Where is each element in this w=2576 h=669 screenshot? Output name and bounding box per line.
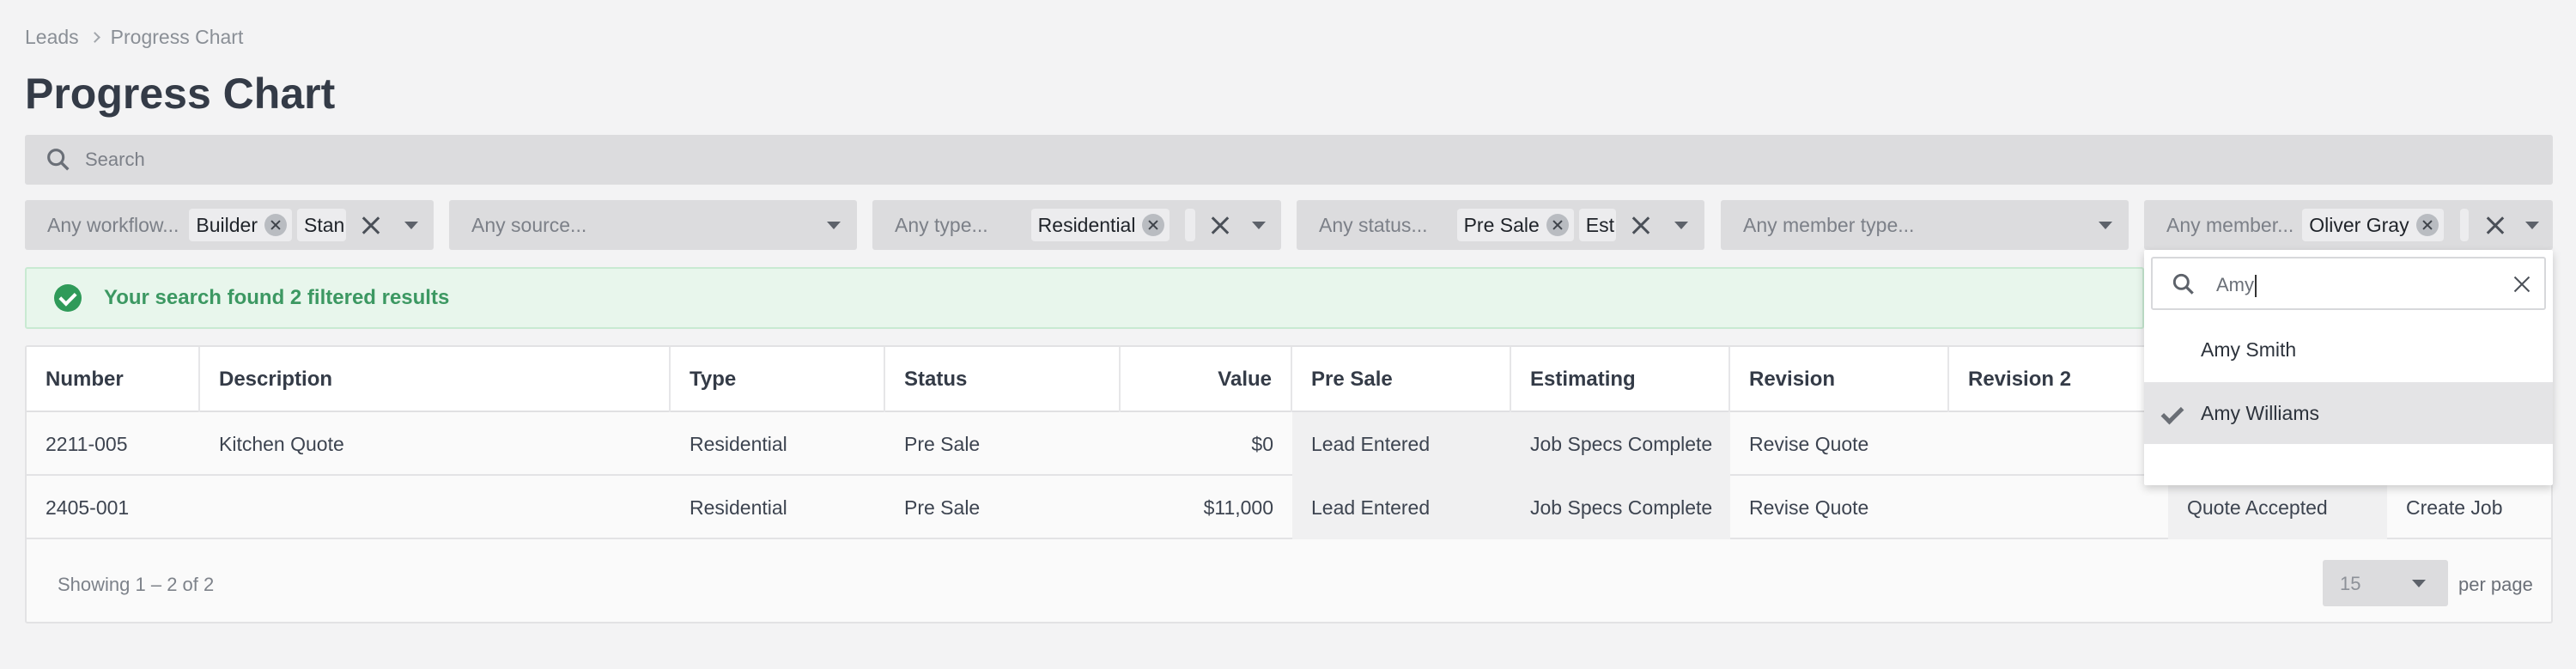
column-header-number[interactable]: Number [27,347,200,412]
search-input[interactable]: Search [85,149,145,171]
source-filter[interactable]: Any source... [449,200,857,250]
workflow-chip-builder[interactable]: Builder [189,209,292,241]
search-results-alert: Your search found 2 filtered results [25,267,2144,329]
breadcrumb-leads-link[interactable]: Leads [25,26,79,49]
member-chip-oliver-gray[interactable]: Oliver Gray [2302,209,2444,241]
remove-chip-icon[interactable] [264,214,287,236]
member-dropdown-menu[interactable]: Amy Amy Smith Amy Williams [2144,250,2553,485]
member-type-filter[interactable]: Any member type... [1721,200,2129,250]
status-chip-est[interactable]: Est [1578,209,1617,241]
pagination-summary: Showing 1 – 2 of 2 [58,574,215,595]
cell-revision-2[interactable] [1949,476,2168,539]
member-search-field[interactable]: Amy [2151,257,2546,310]
cell-number[interactable]: 2211-005 [27,412,200,476]
status-chip-pre-sale[interactable]: Pre Sale [1456,209,1574,241]
breadcrumb-current: Progress Chart [110,26,244,48]
column-header-status[interactable]: Status [885,347,1121,412]
member-search-input[interactable]: Amy [2216,274,2257,297]
per-page-select[interactable]: 15 [2323,560,2448,606]
status-filter[interactable]: Any status... Pre Sale Est [1297,200,1704,250]
chevron-down-icon[interactable] [2525,222,2539,229]
cell-value: $11,000 [1203,496,1273,519]
chevron-down-icon[interactable] [2099,222,2112,229]
cell-revision-2[interactable] [1949,412,2168,476]
column-header-description[interactable]: Description [200,347,671,412]
column-header-pre-sale[interactable]: Pre Sale [1292,347,1511,412]
close-icon[interactable] [2512,274,2532,295]
cell-status: Pre Sale [904,432,981,455]
cell-pre-sale[interactable]: Lead Entered [1292,476,1511,539]
member-filter-placeholder: Any member... [2166,213,2294,236]
column-header-type[interactable]: Type [671,347,885,412]
column-header-revision-2[interactable]: Revision 2 [1949,347,2168,412]
remove-chip-icon[interactable] [2415,214,2439,236]
column-header-value[interactable]: Value [1121,347,1292,412]
member-filter[interactable]: Any member... Oliver Gray [2144,200,2553,250]
page-title: Progress Chart [25,70,336,118]
cell-estimating[interactable]: Job Specs Complete [1511,412,1730,476]
cell-type: Residential [690,432,787,455]
chevron-down-icon[interactable] [1252,222,1266,229]
cell-description: Kitchen Quote [219,432,344,455]
column-header-estimating[interactable]: Estimating [1511,347,1730,412]
search-icon [2172,273,2194,295]
cell-col-11[interactable]: Create Job [2387,476,2555,539]
chevron-down-icon[interactable] [404,222,418,229]
workflow-filter-placeholder: Any workflow... [47,213,179,236]
chevron-down-icon[interactable] [827,222,841,229]
workflow-filter[interactable]: Any workflow... Builder Stan [25,200,434,250]
cell-status: Pre Sale [904,496,981,519]
check-icon [2160,401,2184,425]
breadcrumb: Leads Progress Chart [25,26,243,49]
chevron-right-icon [88,32,100,43]
cell-revision[interactable]: Revise Quote [1730,412,1949,476]
cell-col-10[interactable]: Quote Accepted [2168,476,2387,539]
alert-message: Your search found 2 filtered results [104,286,450,309]
clear-icon[interactable] [360,214,382,236]
clear-icon[interactable] [1209,214,1231,236]
status-filter-placeholder: Any status... [1319,213,1428,236]
member-type-filter-placeholder: Any member type... [1743,213,1915,236]
source-filter-placeholder: Any source... [471,213,587,236]
chevron-down-icon [2412,580,2426,587]
member-option-amy-williams[interactable]: Amy Williams [2144,382,2553,444]
table-row[interactable]: 2405-001 Residential Pre Sale $11,000 Le… [27,476,2551,539]
cell-pre-sale[interactable]: Lead Entered [1292,412,1511,476]
clear-icon[interactable] [2484,214,2506,236]
workflow-chip-stan[interactable]: Stan [297,209,347,241]
chevron-down-icon[interactable] [1674,222,1688,229]
remove-chip-icon[interactable] [1546,214,1569,236]
search-bar[interactable]: Search [25,135,2553,185]
type-filter-placeholder: Any type... [895,213,988,236]
truncated-chip [2460,209,2469,241]
check-circle-icon [54,284,82,312]
per-page-label: per page [2458,574,2533,595]
truncated-chip [1185,209,1195,241]
column-header-revision[interactable]: Revision [1730,347,1949,412]
cell-description [200,476,671,539]
type-filter[interactable]: Any type... Residential [872,200,1281,250]
cell-type: Residential [690,496,787,519]
cell-estimating[interactable]: Job Specs Complete [1511,476,1730,539]
cell-value: $0 [1251,432,1273,455]
clear-icon[interactable] [1630,214,1652,236]
cell-revision[interactable]: Revise Quote [1730,476,1949,539]
type-chip-residential[interactable]: Residential [1030,209,1170,241]
member-option-amy-smith[interactable]: Amy Smith [2144,319,2553,380]
cell-number[interactable]: 2405-001 [27,476,200,539]
search-icon [47,149,70,171]
per-page-value: 15 [2340,573,2361,594]
remove-chip-icon[interactable] [1142,214,1165,236]
